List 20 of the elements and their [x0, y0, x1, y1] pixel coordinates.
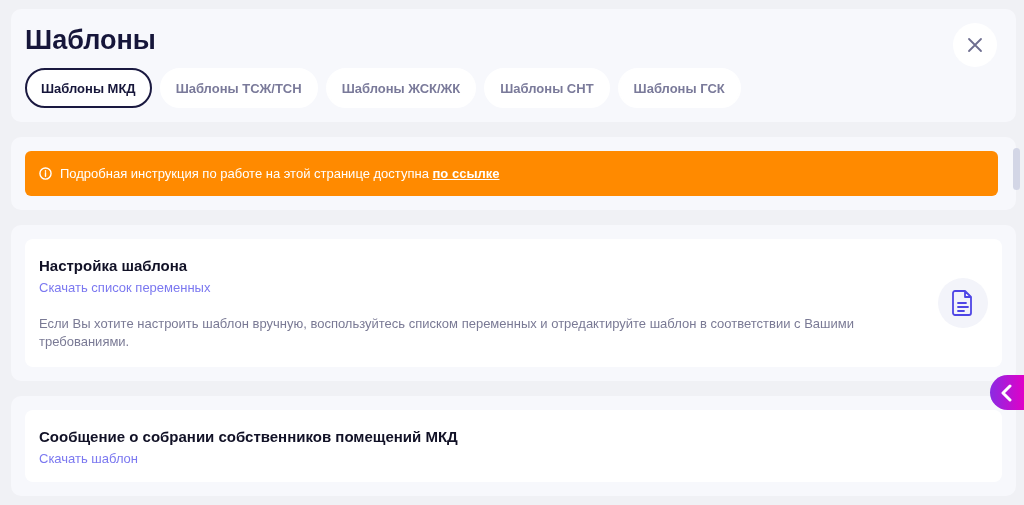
info-icon [39, 167, 52, 180]
collapse-button[interactable] [990, 375, 1024, 410]
tab[interactable]: Шаблоны СНТ [484, 68, 610, 108]
chevron-left-icon [1000, 383, 1014, 402]
notice-text: Подробная инструкция по работе на этой странице доступна по ссылке [60, 166, 500, 181]
document-icon[interactable] [938, 278, 988, 328]
card-title: Настройка шаблона [39, 257, 189, 274]
card-description: Если Вы хотите настроить шаблон вручную, воспользуйтесь списком переменных и отредактируйте шаблон в соответствии с Вашими требованиями. [39, 315, 855, 351]
card-title: Сообщение о собрании собственников помещений МКД [39, 428, 459, 445]
scrollbar-thumb[interactable] [1013, 148, 1020, 190]
tab[interactable]: Шаблоны ГСК [617, 68, 741, 108]
close-icon [967, 37, 983, 53]
download-link[interactable]: Скачать список переменных [39, 280, 211, 295]
notice-link[interactable]: по ссылке [432, 166, 500, 181]
tab[interactable]: Шаблоны МКД [25, 68, 152, 108]
tab[interactable]: Шаблоны ЖСК/ЖК [325, 68, 477, 108]
close-button[interactable] [953, 23, 997, 67]
tab[interactable]: Шаблоны ТСЖ/ТСН [159, 68, 318, 108]
download-link[interactable]: Скачать шаблон [39, 451, 139, 466]
page-title: Шаблоны [25, 25, 156, 56]
